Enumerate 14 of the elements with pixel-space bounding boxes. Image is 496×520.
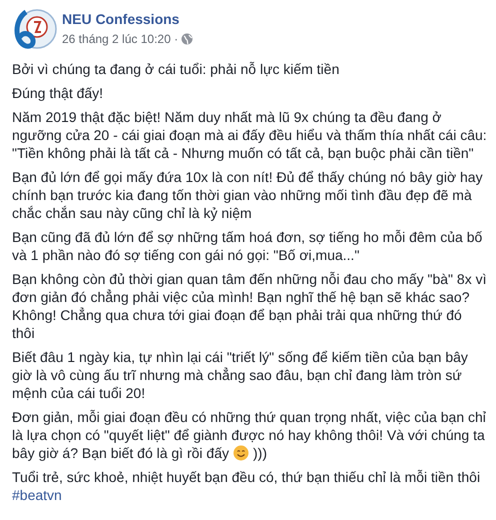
post-paragraph: Bạn không còn đủ thời gian quan tâm đến những nỗi đau cho mấy "bà" 8x vì đơn giản đó chẳng phải việc của mình! Bạn nghĩ thế hệ bạn sẽ khác sao? Không! Chẳng qua chưa tới giai đoạn để bạn phải trải qua những thứ đó thôi: [12, 270, 488, 342]
post-paragraph: Biết đâu 1 ngày kia, tự nhìn lại cái "triết lý" sống để kiếm tiền của bạn bây giờ là vô cùng ấu trĩ nhưng mà chẳng sao đâu, bạn chỉ đang làm tròn sứ mệnh của cái tuổi 20!: [12, 348, 469, 402]
post-paragraph: Bạn cũng đã đủ lớn để sợ những tấm hoá đơn, sợ tiếng ho mỗi đêm của bố và 1 phần nào đó sợ tiếng con gái nó gọi: "Bố ơi,mua...": [12, 228, 484, 264]
post-paragraph: Năm 2019 thật đặc biệt! Năm duy nhất mà lũ 9x chúng ta đều đang ở ngưỡng cửa 20 - cái giai đoạn mà ai đấy đều hiểu và thấm thía nhất cái câu: "Tiền không phải là tất cả - Nhưng muốn có tất cả, bạn buộc phải cần tiền": [12, 108, 488, 162]
post-time[interactable]: 26 tháng 2 lúc 10:20 ·: [62, 30, 178, 48]
post-paragraph: Bởi vì chúng ta đang ở cái tuổi: phải nỗ lực kiếm tiền: [12, 60, 340, 78]
text-suffix: ))): [253, 444, 267, 462]
post-paragraph: Đúng thật đấy!: [12, 84, 104, 102]
post-paragraph-line: bây giờ á? Bạn biết đó là gì rồi đấy: [12, 444, 229, 462]
globe-icon: [181, 33, 194, 45]
post-paragraph: Bạn đủ lớn để gọi mấy đứa 10x là con nít! Đủ để thấy chúng nó bây giờ hay chính bạn trước kia đang tốn thời gian vào những mối tình đầu đẹp đẽ mà chắc chắn sau này cũng chỉ là kỷ niệm: [12, 168, 484, 222]
page-name[interactable]: NEU Confessions: [62, 10, 194, 28]
post-paragraph: Tuổi trẻ, sức khoẻ, nhiệt huyết bạn đều có, thứ bạn thiếu chỉ là mỗi tiền thôi: [12, 468, 482, 486]
hashtag-link[interactable]: #beatvn: [12, 486, 62, 504]
